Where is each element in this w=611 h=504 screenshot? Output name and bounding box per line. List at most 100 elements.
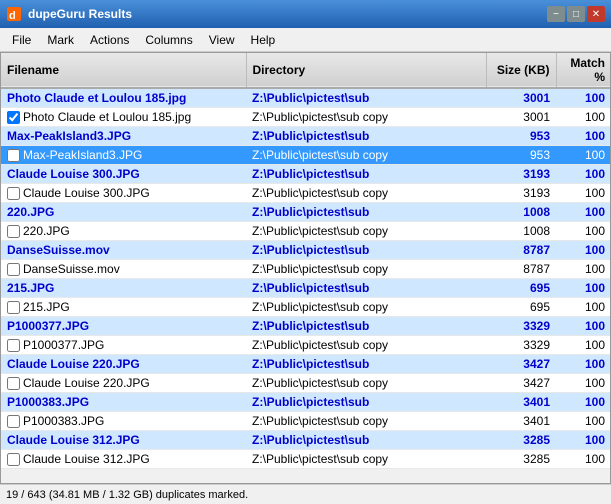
cell-size: 3193 — [486, 165, 556, 184]
cell-filename: Claude Louise 300.JPG — [1, 184, 246, 203]
cell-size: 3401 — [486, 393, 556, 412]
cell-directory: Z:\Public\pictest\sub — [246, 127, 486, 146]
cell-filename: P1000383.JPG — [1, 393, 246, 412]
filename-text: 215.JPG — [23, 300, 70, 314]
cell-match: 100 — [556, 374, 611, 393]
column-directory[interactable]: Directory — [246, 53, 486, 88]
maximize-button[interactable]: □ — [567, 6, 585, 22]
row-checkbox[interactable] — [7, 187, 20, 200]
cell-directory: Z:\Public\pictest\sub copy — [246, 412, 486, 431]
table-row[interactable]: Claude Louise 300.JPGZ:\Public\pictest\s… — [1, 184, 611, 203]
cell-size: 1008 — [486, 222, 556, 241]
table-row[interactable]: Photo Claude et Loulou 185.jpgZ:\Public\… — [1, 108, 611, 127]
cell-filename: Claude Louise 312.JPG — [1, 450, 246, 469]
cell-size: 953 — [486, 146, 556, 165]
cell-filename: Claude Louise 312.JPG — [1, 431, 246, 450]
table-row[interactable]: Max-PeakIsland3.JPGZ:\Public\pictest\sub… — [1, 146, 611, 165]
column-match[interactable]: Match % — [556, 53, 611, 88]
table-row[interactable]: DanseSuisse.mov Z:\Public\pictest\sub cop… — [1, 260, 611, 279]
cell-size: 3193 — [486, 184, 556, 203]
minimize-button[interactable]: − — [547, 6, 565, 22]
cell-directory: Z:\Public\pictest\sub copy — [246, 184, 486, 203]
cell-match: 100 — [556, 412, 611, 431]
table-row[interactable]: 215.JPGZ:\Public\pictest\sub695100 — [1, 279, 611, 298]
menu-item-mark[interactable]: Mark — [39, 31, 82, 49]
row-checkbox[interactable] — [7, 225, 20, 238]
cell-filename: DanseSuisse.mov — [1, 260, 246, 279]
window-controls: − □ ✕ — [547, 6, 605, 22]
row-checkbox[interactable] — [7, 301, 20, 314]
row-checkbox[interactable] — [7, 149, 20, 162]
table-row[interactable]: Max-PeakIsland3.JPGZ:\Public\pictest\sub… — [1, 127, 611, 146]
table-row[interactable]: Claude Louise 312.JPGZ:\Public\pictest\s… — [1, 450, 611, 469]
cell-directory: Z:\Public\pictest\sub copy — [246, 222, 486, 241]
table-row[interactable]: Claude Louise 220.JPGZ:\Public\pictest\s… — [1, 355, 611, 374]
row-checkbox[interactable] — [7, 339, 20, 352]
cell-filename: Max-PeakIsland3.JPG — [1, 127, 246, 146]
table-row[interactable]: P1000377.JPGZ:\Public\pictest\sub copy33… — [1, 336, 611, 355]
cell-filename: Photo Claude et Loulou 185.jpg — [1, 88, 246, 108]
cell-size: 695 — [486, 298, 556, 317]
cell-match: 100 — [556, 88, 611, 108]
row-checkbox[interactable] — [7, 415, 20, 428]
status-bar: 19 / 643 (34.81 MB / 1.32 GB) duplicates… — [0, 484, 611, 504]
cell-directory: Z:\Public\pictest\sub — [246, 317, 486, 336]
column-size[interactable]: Size (KB) — [486, 53, 556, 88]
close-button[interactable]: ✕ — [587, 6, 605, 22]
menu-bar: FileMarkActionsColumnsViewHelp — [0, 28, 611, 52]
cell-size: 3285 — [486, 450, 556, 469]
cell-filename: 215.JPG — [1, 279, 246, 298]
filename-text: Photo Claude et Loulou 185.jpg — [23, 110, 191, 124]
cell-directory: Z:\Public\pictest\sub — [246, 241, 486, 260]
cell-directory: Z:\Public\pictest\sub copy — [246, 450, 486, 469]
table-row[interactable]: P1000377.JPGZ:\Public\pictest\sub3329100 — [1, 317, 611, 336]
cell-size: 8787 — [486, 260, 556, 279]
table-row[interactable]: Photo Claude et Loulou 185.jpgZ:\Public\… — [1, 88, 611, 108]
filename-text: DanseSuisse.mov — [23, 262, 120, 276]
cell-directory: Z:\Public\pictest\sub — [246, 393, 486, 412]
cell-filename: Photo Claude et Loulou 185.jpg — [1, 108, 246, 127]
table-row[interactable]: 220.JPGZ:\Public\pictest\sub1008100 — [1, 203, 611, 222]
title-bar: d dupeGuru Results − □ ✕ — [0, 0, 611, 28]
cell-directory: Z:\Public\pictest\sub copy — [246, 336, 486, 355]
table-row[interactable]: DanseSuisse.movZ:\Public\pictest\sub8787… — [1, 241, 611, 260]
menu-item-view[interactable]: View — [201, 31, 243, 49]
table-row[interactable]: P1000383.JPGZ:\Public\pictest\sub copy34… — [1, 412, 611, 431]
cell-directory: Z:\Public\pictest\sub copy — [246, 298, 486, 317]
cell-size: 3427 — [486, 374, 556, 393]
cell-filename: Claude Louise 220.JPG — [1, 374, 246, 393]
cell-match: 100 — [556, 241, 611, 260]
cell-directory: Z:\Public\pictest\sub — [246, 165, 486, 184]
cell-match: 100 — [556, 450, 611, 469]
table-row[interactable]: Claude Louise 300.JPGZ:\Public\pictest\s… — [1, 165, 611, 184]
table-row[interactable]: 220.JPGZ:\Public\pictest\sub copy1008100 — [1, 222, 611, 241]
cell-size: 1008 — [486, 203, 556, 222]
menu-item-file[interactable]: File — [4, 31, 39, 49]
row-checkbox[interactable] — [7, 263, 20, 276]
table-row[interactable]: 215.JPGZ:\Public\pictest\sub copy695100 — [1, 298, 611, 317]
cell-filename: Claude Louise 220.JPG — [1, 355, 246, 374]
table-row[interactable]: P1000383.JPGZ:\Public\pictest\sub3401100 — [1, 393, 611, 412]
table-row[interactable]: Claude Louise 312.JPGZ:\Public\pictest\s… — [1, 431, 611, 450]
cell-match: 100 — [556, 260, 611, 279]
row-checkbox[interactable] — [7, 377, 20, 390]
row-checkbox[interactable] — [7, 111, 20, 124]
cell-size: 3329 — [486, 317, 556, 336]
menu-item-help[interactable]: Help — [243, 31, 284, 49]
app-icon: d — [6, 6, 22, 22]
cell-size: 3001 — [486, 108, 556, 127]
results-table-container[interactable]: Filename Directory Size (KB) Match % Pho… — [0, 52, 611, 484]
cell-directory: Z:\Public\pictest\sub — [246, 431, 486, 450]
cell-size: 3401 — [486, 412, 556, 431]
table-header: Filename Directory Size (KB) Match % — [1, 53, 611, 88]
cell-size: 3329 — [486, 336, 556, 355]
row-checkbox[interactable] — [7, 453, 20, 466]
menu-item-columns[interactable]: Columns — [137, 31, 200, 49]
cell-size: 3001 — [486, 88, 556, 108]
cell-directory: Z:\Public\pictest\sub copy — [246, 260, 486, 279]
table-row[interactable]: Claude Louise 220.JPGZ:\Public\pictest\s… — [1, 374, 611, 393]
cell-size: 695 — [486, 279, 556, 298]
cell-size: 953 — [486, 127, 556, 146]
column-filename[interactable]: Filename — [1, 53, 246, 88]
menu-item-actions[interactable]: Actions — [82, 31, 137, 49]
